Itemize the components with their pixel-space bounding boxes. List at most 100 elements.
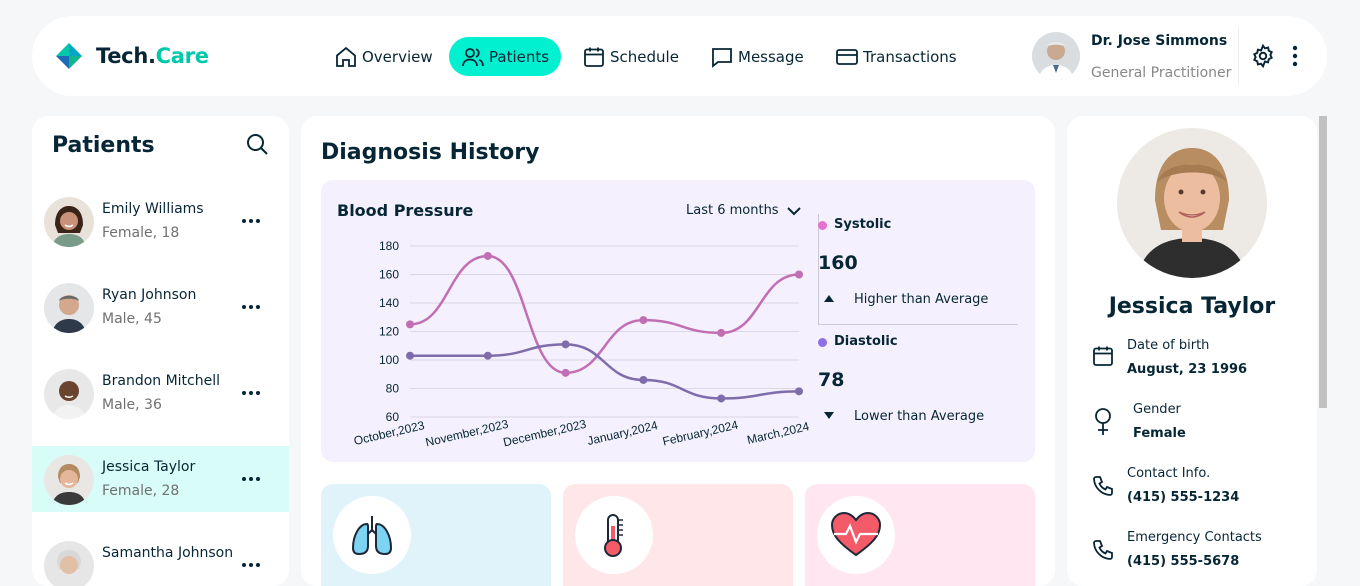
systolic-data-point — [795, 270, 803, 279]
more-horizontal-icon[interactable] — [240, 298, 262, 316]
vital-icon-circle — [333, 496, 411, 574]
systolic-data-point — [483, 251, 492, 260]
contact-value: (415) 555-1234 — [1127, 490, 1240, 505]
patient-list-item[interactable]: Samantha Johnson — [32, 532, 289, 586]
users-icon — [462, 47, 484, 66]
calendar-icon — [1093, 346, 1113, 366]
patient-avatar — [44, 197, 94, 247]
nav-message[interactable]: Message — [698, 37, 816, 76]
gender-label: Gender — [1133, 402, 1181, 417]
patients-panel: Patients Emily Williams Female, 18 Ryan … — [32, 116, 289, 586]
patient-avatar — [44, 541, 94, 586]
contact-label: Contact Info. — [1127, 466, 1211, 481]
patient-list-item[interactable]: Emily Williams Female, 18 — [32, 188, 289, 254]
more-vertical-icon[interactable] — [1285, 43, 1305, 69]
x-tick-label: December,2023 — [502, 417, 588, 450]
diastolic-data-point — [717, 394, 726, 403]
diastolic-data-point — [483, 351, 492, 360]
profile-photo — [1117, 128, 1267, 278]
patient-avatar — [44, 283, 94, 333]
nav-patients[interactable]: Patients — [449, 37, 562, 76]
patient-list-item-active[interactable]: Jessica Taylor Female, 28 — [32, 446, 289, 512]
thermometer-icon — [604, 514, 623, 557]
vital-icon-circle — [575, 496, 653, 574]
patient-name: Samantha Johnson — [102, 545, 234, 561]
systolic-value: 160 — [818, 252, 858, 274]
patient-name: Ryan Johnson — [102, 287, 197, 303]
y-tick-label: 160 — [379, 268, 399, 282]
home-icon — [336, 46, 356, 67]
heart-rate-card[interactable] — [805, 484, 1035, 586]
lungs-icon — [351, 516, 393, 556]
nav-transactions[interactable]: Transactions — [823, 37, 969, 76]
more-horizontal-icon[interactable] — [240, 556, 262, 574]
gear-icon[interactable] — [1250, 43, 1276, 69]
diastolic-series-line — [409, 343, 800, 400]
diastolic-data-point — [795, 387, 803, 396]
credit-card-icon — [836, 48, 858, 65]
search-icon[interactable] — [245, 132, 269, 156]
patient-avatar — [44, 369, 94, 419]
patient-list-item[interactable]: Ryan Johnson Male, 45 — [32, 274, 289, 340]
patient-avatar — [44, 455, 94, 505]
dob-label: Date of birth — [1127, 338, 1210, 353]
nav-message-label: Message — [738, 47, 804, 66]
y-tick-label: 180 — [379, 239, 399, 253]
x-tick-label: November,2023 — [424, 417, 510, 450]
diastolic-label: Diastolic — [834, 334, 898, 349]
x-tick-label: February,2024 — [661, 418, 740, 449]
diastolic-data-point — [561, 340, 570, 349]
top-navigation-bar: Tech.Care Overview Patients Schedule Mes… — [32, 16, 1327, 96]
legend-divider — [818, 324, 1018, 325]
respiratory-rate-card[interactable] — [321, 484, 551, 586]
nav-overview[interactable]: Overview — [322, 37, 445, 76]
y-tick-label: 140 — [379, 296, 399, 310]
diastolic-data-point — [406, 351, 414, 360]
x-tick-label: March,2024 — [746, 419, 811, 447]
patient-list-item[interactable]: Brandon Mitchell Male, 36 — [32, 360, 289, 426]
vital-icon-circle — [817, 496, 895, 574]
x-tick-label: January,2024 — [586, 418, 659, 448]
doctor-name: Dr. Jose Simmons — [1091, 33, 1228, 49]
period-select[interactable]: Last 6 months — [686, 203, 779, 218]
patient-info: Female, 18 — [102, 225, 180, 241]
chevron-down-icon[interactable] — [785, 202, 803, 220]
nav-overview-label: Overview — [362, 47, 433, 66]
calendar-icon — [584, 47, 604, 67]
systolic-legend-dot — [818, 221, 827, 230]
nav-transactions-label: Transactions — [863, 47, 957, 66]
patient-info: Male, 36 — [102, 397, 162, 413]
nav-patients-label: Patients — [489, 47, 550, 66]
y-tick-label: 60 — [386, 410, 400, 424]
heart-icon — [830, 511, 882, 557]
doctor-avatar[interactable] — [1032, 32, 1080, 80]
y-tick-label: 120 — [379, 325, 399, 339]
diastolic-legend-dot — [818, 338, 827, 347]
more-horizontal-icon[interactable] — [240, 470, 262, 488]
nav-schedule[interactable]: Schedule — [570, 37, 691, 76]
diastolic-data-point — [639, 375, 648, 384]
patients-title: Patients — [52, 133, 155, 158]
profile-name: Jessica Taylor — [1108, 294, 1276, 319]
more-horizontal-icon[interactable] — [240, 384, 262, 402]
gender-value: Female — [1133, 426, 1186, 441]
patient-name: Jessica Taylor — [102, 459, 196, 475]
systolic-label: Systolic — [834, 217, 892, 232]
phone-icon — [1093, 540, 1113, 560]
more-horizontal-icon[interactable] — [240, 212, 262, 230]
blood-pressure-card: 60 80 100 120 140 160 180 October,2023 November,… — [321, 180, 1035, 462]
temperature-card[interactable] — [563, 484, 793, 586]
phone-icon — [1093, 476, 1113, 496]
divider — [1238, 28, 1239, 84]
scrollbar[interactable] — [1319, 116, 1327, 408]
systolic-data-point — [639, 316, 648, 325]
emergency-value: (415) 555-5678 — [1127, 554, 1240, 569]
patient-name: Emily Williams — [102, 201, 204, 217]
arrow-up-icon — [824, 295, 834, 302]
y-tick-label: 100 — [379, 353, 399, 367]
patient-name: Brandon Mitchell — [102, 373, 221, 389]
brand-name: Tech.Care — [96, 44, 209, 68]
tech-care-logo-icon[interactable] — [52, 39, 88, 73]
doctor-role: General Practitioner — [1091, 65, 1232, 81]
chat-icon — [712, 47, 732, 68]
